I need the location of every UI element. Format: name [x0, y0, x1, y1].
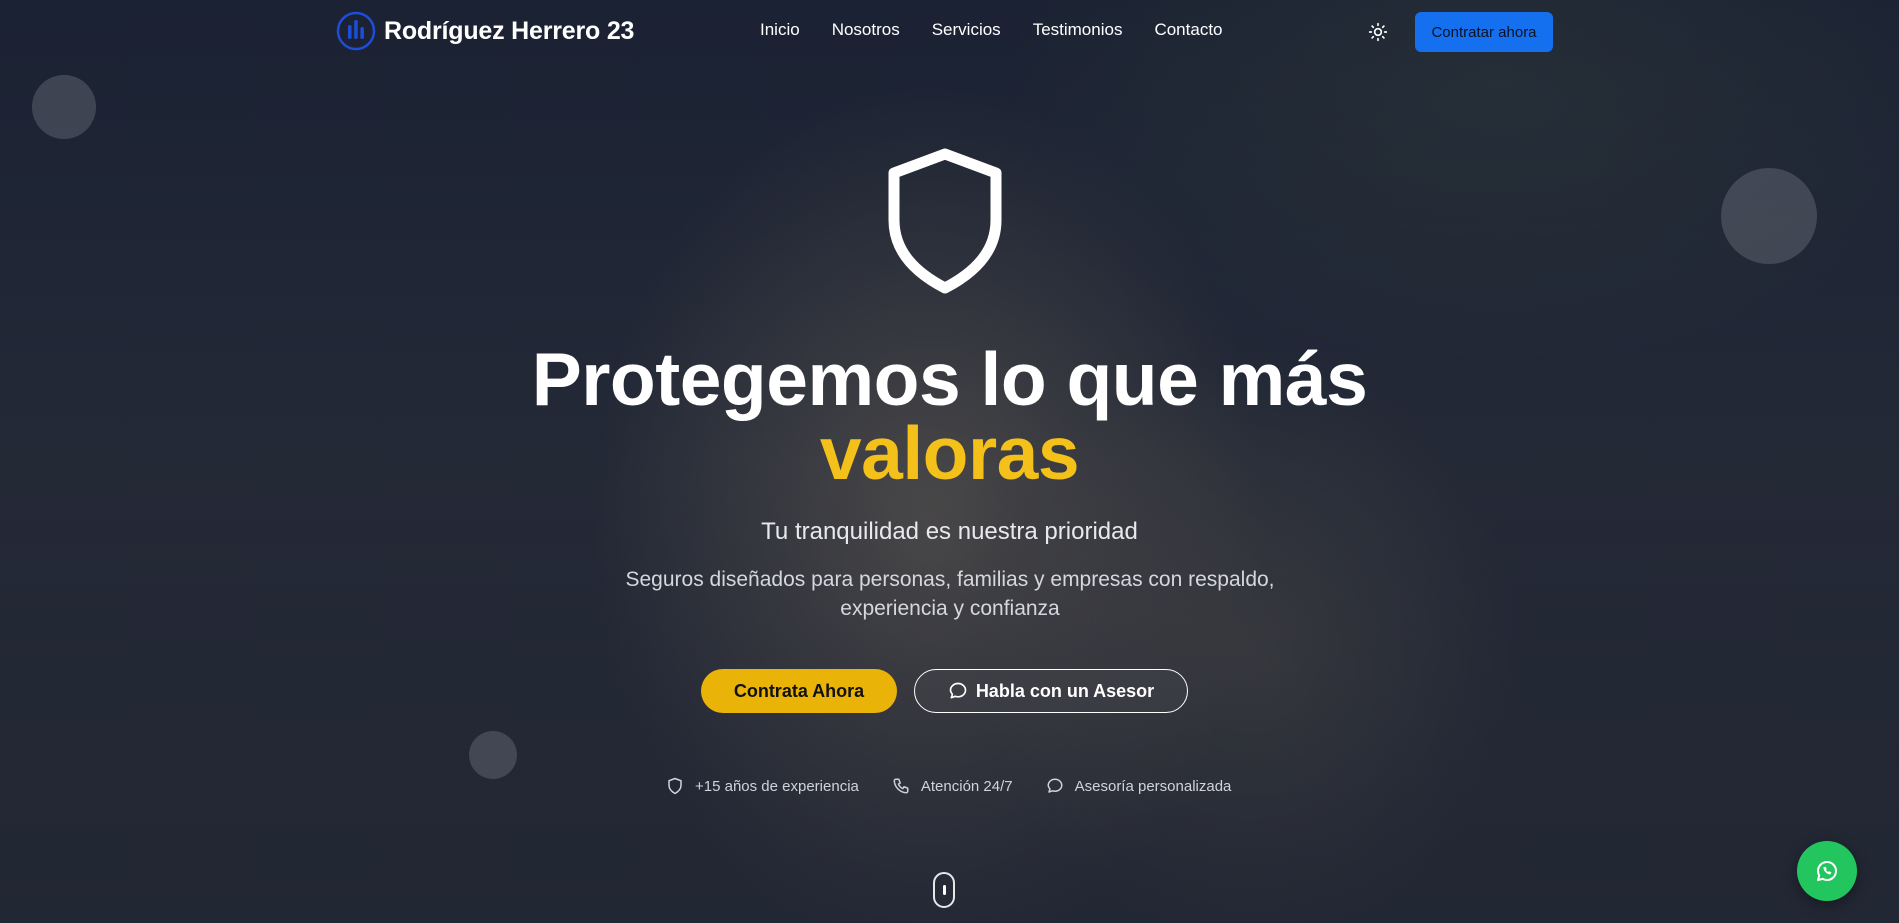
- hero-subtitle: Tu tranquilidad es nuestra prioridad: [761, 518, 1138, 545]
- shield-icon: [884, 146, 1006, 296]
- sun-icon[interactable]: [1366, 20, 1390, 44]
- hero-section: Rodríguez Herrero 23 Inicio Nosotros Ser…: [0, 0, 1899, 923]
- scroll-dot: [943, 885, 946, 895]
- habla-con-asesor-label: Habla con un Asesor: [975, 680, 1155, 701]
- hero-headline: Protegemos lo que más valoras: [0, 342, 1899, 495]
- chat-bubble-icon: [948, 681, 968, 701]
- feature-item: Asesoría personalizada: [1045, 776, 1232, 796]
- hero-description: Seguros diseñados para personas, familia…: [625, 568, 1275, 620]
- nav-item-servicios[interactable]: Servicios: [932, 20, 1001, 40]
- whatsapp-icon[interactable]: [1797, 841, 1857, 901]
- decorative-bubble: [32, 75, 96, 139]
- contratar-ahora-button[interactable]: Contratar ahora: [1415, 12, 1553, 52]
- bar-chart-circle-icon: [336, 11, 376, 51]
- decorative-bubble: [469, 731, 517, 779]
- feature-item: +15 años de experiencia: [665, 776, 859, 796]
- navbar: Rodríguez Herrero 23 Inicio Nosotros Ser…: [0, 0, 1899, 64]
- feature-item: Atención 24/7: [891, 776, 1013, 796]
- contrata-ahora-button[interactable]: Contrata Ahora: [701, 669, 897, 713]
- shield-icon: [665, 776, 685, 796]
- feature-label: +15 años de experiencia: [695, 777, 859, 795]
- nav-item-contacto[interactable]: Contacto: [1154, 20, 1222, 40]
- mouse-scroll-icon[interactable]: [933, 872, 955, 908]
- habla-con-asesor-button[interactable]: Habla con un Asesor: [914, 669, 1188, 713]
- headline-main: Protegemos lo que más: [531, 337, 1368, 421]
- nav-item-inicio[interactable]: Inicio: [760, 20, 800, 40]
- brand-name: Rodríguez Herrero 23: [384, 16, 635, 45]
- features-row: +15 años de experiencia Atención 24/7 As…: [665, 776, 1231, 796]
- nav-item-testimonios[interactable]: Testimonios: [1033, 20, 1123, 40]
- brand[interactable]: Rodríguez Herrero 23: [336, 11, 634, 51]
- phone-icon: [891, 776, 911, 796]
- headline-accent: valoras: [819, 411, 1080, 495]
- chat-bubble-icon: [1045, 776, 1065, 796]
- nav-links: Inicio Nosotros Servicios Testimonios Co…: [760, 20, 1223, 40]
- nav-item-nosotros[interactable]: Nosotros: [832, 20, 900, 40]
- feature-label: Atención 24/7: [920, 777, 1013, 795]
- decorative-bubble: [1721, 168, 1817, 264]
- feature-label: Asesoría personalizada: [1074, 777, 1232, 795]
